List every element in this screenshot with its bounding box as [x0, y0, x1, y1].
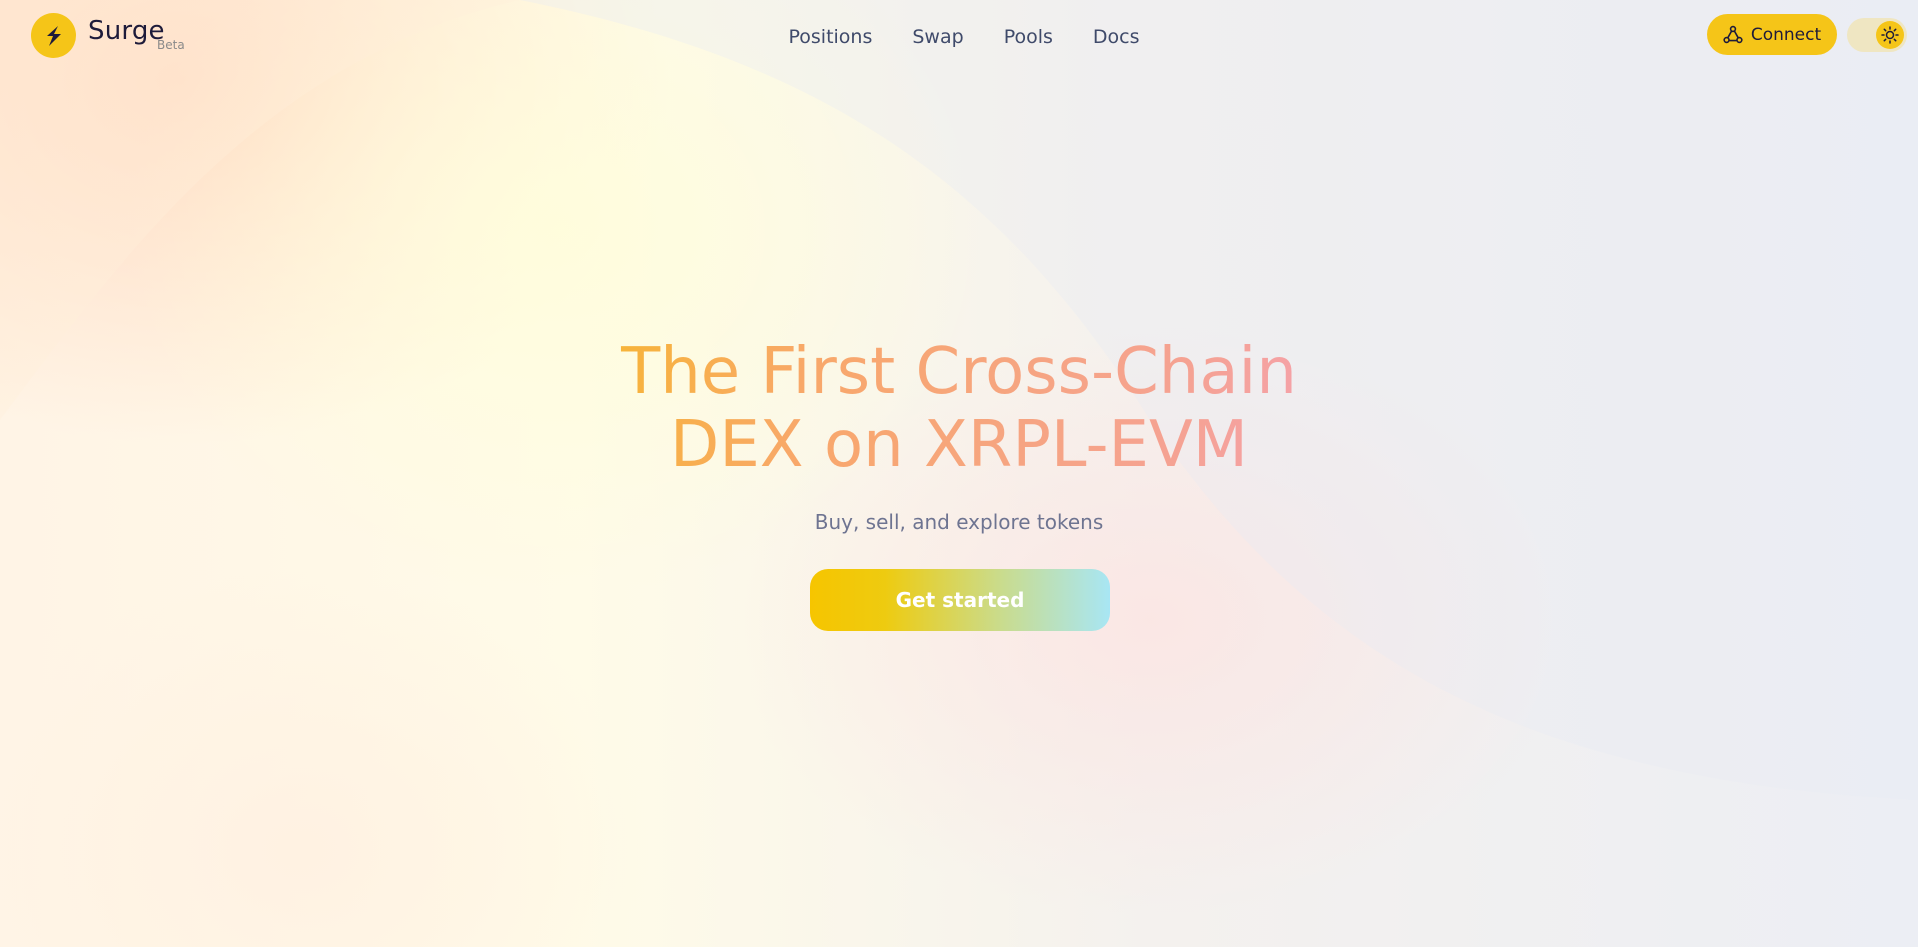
nav-item-pools[interactable]: Pools [1004, 26, 1053, 48]
nav-item-docs[interactable]: Docs [1093, 26, 1140, 48]
hero-subtitle: Buy, sell, and explore tokens [814, 510, 1104, 534]
top-header: Surge Beta Positions Swap Pools Docs Con… [0, 0, 1918, 72]
hero-title-line-1: The First Cross-Chain [621, 335, 1297, 409]
get-started-button[interactable]: Get started [810, 569, 1110, 631]
nav-item-positions[interactable]: Positions [788, 26, 872, 48]
theme-toggle[interactable] [1847, 18, 1907, 52]
connect-button[interactable]: Connect [1707, 14, 1837, 55]
network-nodes-icon [1723, 25, 1743, 43]
hero-title-line-2: DEX on XRPL-EVM [670, 408, 1248, 482]
theme-knob [1876, 21, 1904, 49]
hero-title: The First Cross-Chain DEX on XRPL-EVM [0, 336, 1918, 482]
nav-item-swap[interactable]: Swap [912, 26, 963, 48]
main-nav: Positions Swap Pools Docs [0, 26, 1918, 48]
connect-label: Connect [1750, 24, 1822, 45]
sun-icon [1881, 26, 1899, 44]
